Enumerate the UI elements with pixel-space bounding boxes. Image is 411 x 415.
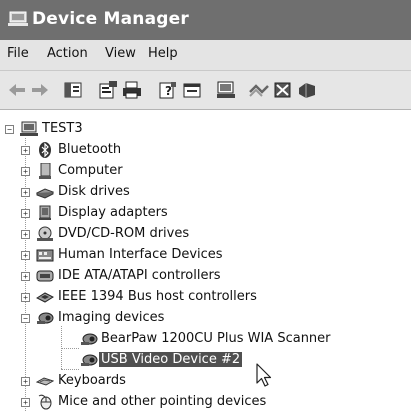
dvd-drive-icon <box>37 226 53 241</box>
collapse-toggle[interactable]: − <box>21 314 30 323</box>
update-driver-icon[interactable] <box>296 80 318 100</box>
expand-toggle[interactable]: + <box>21 272 30 281</box>
tree-item-human-interface-devices[interactable]: + Human Interface Devices <box>0 246 411 266</box>
expand-toggle[interactable]: + <box>21 167 30 176</box>
expand-toggle[interactable]: + <box>21 209 30 218</box>
scan-hardware-icon[interactable] <box>215 80 237 100</box>
keyboard-icon <box>36 377 54 386</box>
title-bar[interactable]: Device Manager <box>0 0 411 40</box>
tree-root-label: TEST3 <box>42 121 83 136</box>
tree-item-label: Display adapters <box>58 205 168 220</box>
tree-item-ide-ata-atapi-controllers[interactable]: + IDE ATA/ATAPI controllers <box>0 267 411 287</box>
expand-toggle[interactable]: + <box>21 188 30 197</box>
forward-icon[interactable] <box>29 80 51 100</box>
collapse-toggle[interactable]: − <box>5 125 14 134</box>
tree-item-usb-video-device[interactable]: USB Video Device #2 <box>0 351 411 371</box>
device-manager-icon <box>8 11 28 26</box>
ide-controller-icon <box>36 270 54 282</box>
hid-icon <box>36 249 54 262</box>
imaging-device-icon <box>81 333 98 345</box>
properties-icon[interactable] <box>97 80 119 100</box>
print-icon[interactable] <box>121 80 143 100</box>
tree-item-display-adapters[interactable]: + Display adapters <box>0 204 411 224</box>
tree-item-bearpaw-scanner[interactable]: BearPaw 1200CU Plus WIA Scanner <box>0 330 411 350</box>
tree-item-mice-and-other-pointing-devices[interactable]: + Mice and other pointing devices <box>0 393 411 413</box>
tree-item-computer[interactable]: + Computer <box>0 162 411 182</box>
mouse-pointer-icon <box>256 363 272 387</box>
tree-item-bluetooth[interactable]: + Bluetooth <box>0 141 411 161</box>
computer-icon <box>20 121 38 136</box>
disable-icon[interactable] <box>272 80 294 100</box>
tree-item-disk-drives[interactable]: + Disk drives <box>0 183 411 203</box>
back-icon[interactable] <box>6 80 28 100</box>
toolbar: ? <box>0 71 411 110</box>
help-icon[interactable]: ? <box>157 80 179 100</box>
tree-item-label-selected: USB Video Device #2 <box>99 352 243 367</box>
tree-item-imaging-devices[interactable]: − Imaging devices <box>0 309 411 329</box>
device-tree[interactable]: − TEST3 + Bluetooth + Computer + Disk dr… <box>0 110 411 415</box>
tree-item-label: BearPaw 1200CU Plus WIA Scanner <box>101 331 331 346</box>
uninstall-icon[interactable] <box>248 80 270 100</box>
tree-item-label: Bluetooth <box>58 142 122 157</box>
menu-bar: File Action View Help <box>0 40 411 71</box>
menu-view[interactable]: View <box>105 46 136 61</box>
expand-toggle[interactable]: + <box>21 146 30 155</box>
device-manager-window: Device Manager File Action View Help ? −… <box>0 0 411 415</box>
tree-item-label: IEEE 1394 Bus host controllers <box>58 289 257 304</box>
show-hide-console-tree-icon[interactable] <box>62 80 84 100</box>
mouse-icon <box>38 394 52 410</box>
tree-item-label: Mice and other pointing devices <box>58 394 267 409</box>
menu-action[interactable]: Action <box>47 46 88 61</box>
tree-item-dvd-cd-rom-drives[interactable]: + DVD/CD-ROM drives <box>0 225 411 245</box>
expand-toggle[interactable]: + <box>21 398 30 407</box>
tree-item-label: Keyboards <box>58 373 126 388</box>
expand-toggle[interactable]: + <box>21 251 30 260</box>
disk-drive-icon <box>36 188 54 199</box>
window-title: Device Manager <box>32 9 189 29</box>
expand-toggle[interactable]: + <box>21 293 30 302</box>
tree-item-label: Human Interface Devices <box>58 247 223 262</box>
imaging-device-icon <box>81 354 98 366</box>
imaging-device-icon <box>37 312 54 324</box>
display-adapter-icon <box>39 205 51 220</box>
expand-toggle[interactable]: + <box>21 230 30 239</box>
expand-toggle[interactable]: + <box>21 377 30 386</box>
tree-item-ieee-1394-bus-host-controllers[interactable]: + IEEE 1394 Bus host controllers <box>0 288 411 308</box>
computer-icon <box>39 163 51 179</box>
tree-item-keyboards[interactable]: + Keyboards <box>0 372 411 392</box>
tree-item-label: Computer <box>58 163 123 178</box>
menu-help[interactable]: Help <box>148 46 178 61</box>
details-icon[interactable] <box>181 80 203 100</box>
menu-file[interactable]: File <box>7 46 29 61</box>
tree-item-label: IDE ATA/ATAPI controllers <box>58 268 221 283</box>
svg-text:?: ? <box>165 84 172 98</box>
ieee1394-controller-icon <box>36 292 54 303</box>
bluetooth-icon <box>39 142 51 158</box>
tree-item-label: Disk drives <box>58 184 130 199</box>
tree-root[interactable]: − TEST3 <box>0 120 411 140</box>
tree-item-label: Imaging devices <box>58 310 165 325</box>
tree-item-label: DVD/CD-ROM drives <box>58 226 190 241</box>
